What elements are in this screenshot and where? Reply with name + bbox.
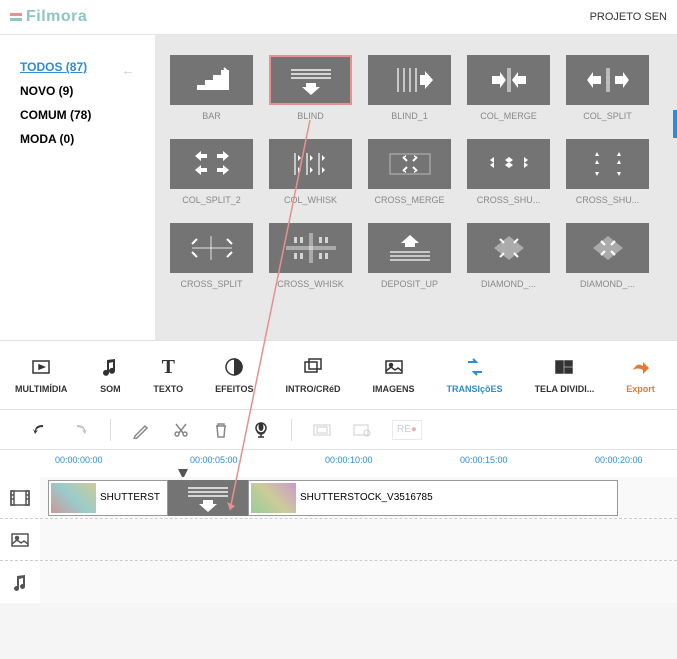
undo-button[interactable] xyxy=(30,420,50,440)
delete-button[interactable] xyxy=(211,420,231,440)
transition-crossshu2[interactable]: CROSS_SHU... xyxy=(566,139,649,205)
transition-diamond1[interactable]: DIAMOND_... xyxy=(467,223,550,289)
tab-export[interactable]: Export xyxy=(626,356,655,394)
tab-splitscreen[interactable]: TELA DIVIDI... xyxy=(535,356,595,394)
tab-transitions[interactable]: TRANSIçõES xyxy=(447,356,503,394)
logo: Filmora xyxy=(10,8,87,26)
crop-button[interactable] xyxy=(312,420,332,440)
text-icon: T xyxy=(157,356,179,378)
transition-blind[interactable]: BLIND xyxy=(269,55,352,121)
edit-button[interactable] xyxy=(131,420,151,440)
tab-text[interactable]: T TEXTO xyxy=(153,356,183,394)
category-sidebar: ← TODOS (87) NOVO (9) COMUM (78) MODA (0… xyxy=(0,35,155,340)
voiceover-button[interactable] xyxy=(251,420,271,440)
transition-diamond2[interactable]: DIAMOND_... xyxy=(566,223,649,289)
sidebar-item-moda[interactable]: MODA (0) xyxy=(20,132,155,146)
transition-colwhisk[interactable]: COL_WHISK xyxy=(269,139,352,205)
media-icon xyxy=(30,356,52,378)
tabs-bar: MULTIMÍDIA SOM T TEXTO EFEITOS INTRO/CRé… xyxy=(0,340,677,410)
transition-colmerge[interactable]: COL_MERGE xyxy=(467,55,550,121)
images-icon xyxy=(383,356,405,378)
transition-crossmerge[interactable]: CROSS_MERGE xyxy=(368,139,451,205)
transitions-icon xyxy=(464,356,486,378)
record-button[interactable]: RE● xyxy=(392,420,422,440)
transition-crosssplit[interactable]: CROSS_SPLIT xyxy=(170,223,253,289)
tab-images[interactable]: IMAGENS xyxy=(373,356,415,394)
sidebar-item-novo[interactable]: NOVO (9) xyxy=(20,84,155,98)
video-clip-1[interactable]: SHUTTERST xyxy=(48,480,168,516)
transition-colsplit2[interactable]: COL_SPLIT_2 xyxy=(170,139,253,205)
redo-button[interactable] xyxy=(70,420,90,440)
intro-icon xyxy=(302,356,324,378)
split-icon xyxy=(553,356,575,378)
transition-crosswhisk[interactable]: CROSS_WHISK xyxy=(269,223,352,289)
timeline-toolbar: RE● xyxy=(0,410,677,450)
tab-intro[interactable]: INTRO/CRéD xyxy=(286,356,341,394)
sidebar-item-comum[interactable]: COMUM (78) xyxy=(20,108,155,122)
tab-effects[interactable]: EFEITOS xyxy=(215,356,253,394)
cut-button[interactable] xyxy=(171,420,191,440)
settings-button[interactable] xyxy=(352,420,372,440)
video-clip-2[interactable]: SHUTTERSTOCK_V3516785 xyxy=(248,480,618,516)
header-bar: Filmora PROJETO SEN xyxy=(0,0,677,35)
transition-blind1[interactable]: BLIND_1 xyxy=(368,55,451,121)
main-area: ← TODOS (87) NOVO (9) COMUM (78) MODA (0… xyxy=(0,35,677,340)
tab-multimedia[interactable]: MULTIMÍDIA xyxy=(15,356,67,394)
transitions-grid: BAR BLIND BLIND_1 COL_MERGE COL_SPLIT xyxy=(155,35,677,340)
export-icon xyxy=(629,356,651,378)
transition-depositup[interactable]: DEPOSIT_UP xyxy=(368,223,451,289)
effects-icon xyxy=(223,356,245,378)
logo-text: Filmora xyxy=(26,8,87,26)
video-track-icon xyxy=(0,489,40,507)
audio-track[interactable] xyxy=(0,561,677,603)
timeline: 00:00:00:00 00:00:05:00 00:00:10:00 00:0… xyxy=(0,450,677,603)
scroll-indicator[interactable] xyxy=(673,110,677,138)
back-arrow-icon[interactable]: ← xyxy=(121,62,135,78)
time-ruler[interactable]: 00:00:00:00 00:00:05:00 00:00:10:00 00:0… xyxy=(0,455,677,477)
transition-clip[interactable] xyxy=(168,480,248,516)
project-label: PROJETO SEN xyxy=(590,11,667,23)
video-track[interactable]: SHUTTERST SHUTTERSTOCK_V3516785 xyxy=(0,477,677,519)
transition-bar[interactable]: BAR xyxy=(170,55,253,121)
tab-sound[interactable]: SOM xyxy=(99,356,121,394)
transition-colsplit[interactable]: COL_SPLIT xyxy=(566,55,649,121)
music-icon xyxy=(99,356,121,378)
image-track[interactable] xyxy=(0,519,677,561)
transition-crossshu1[interactable]: CROSS_SHU... xyxy=(467,139,550,205)
image-track-icon xyxy=(0,532,40,548)
audio-track-icon xyxy=(0,573,40,591)
